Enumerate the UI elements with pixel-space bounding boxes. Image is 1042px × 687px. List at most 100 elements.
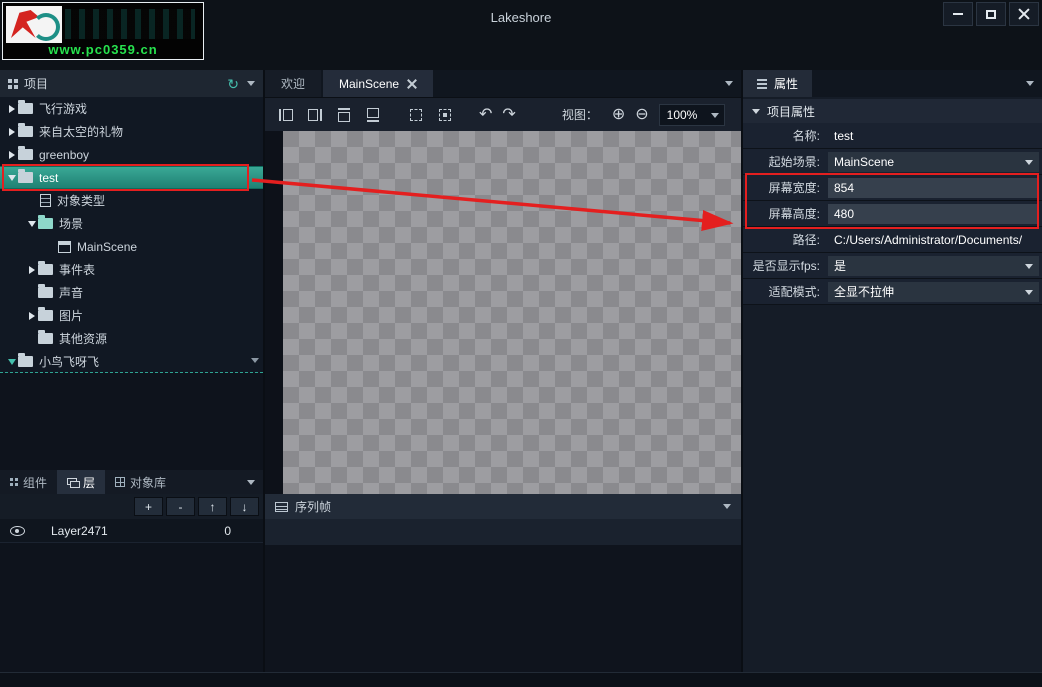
- filmstrip-icon: [275, 502, 288, 512]
- tab-close-icon[interactable]: [407, 79, 417, 89]
- zoom-level-select[interactable]: 100%: [659, 104, 725, 126]
- undo-icon[interactable]: [479, 106, 492, 124]
- fit-selection-icon[interactable]: [436, 106, 454, 124]
- chevron-right-icon[interactable]: [6, 105, 18, 113]
- refresh-icon[interactable]: [227, 77, 239, 91]
- properties-menu-caret-icon[interactable]: [1026, 81, 1034, 86]
- tab-label: 欢迎: [281, 75, 305, 92]
- tree-item[interactable]: 飞行游戏: [0, 97, 263, 120]
- sequence-frames-track[interactable]: [265, 519, 741, 545]
- align-bottom-icon[interactable]: [364, 106, 382, 124]
- tree-item[interactable]: 其他资源: [0, 327, 263, 350]
- add-layer-button[interactable]: +: [134, 497, 163, 516]
- tree-item-label: 场景: [59, 215, 83, 232]
- tree-item[interactable]: 图片: [0, 304, 263, 327]
- tree-item-selected[interactable]: test: [0, 166, 263, 189]
- zoom-in-icon[interactable]: [612, 106, 625, 124]
- editor-tabs-menu-caret-icon[interactable]: [725, 81, 733, 86]
- align-left-icon[interactable]: [277, 106, 295, 124]
- minimize-icon: [953, 13, 963, 15]
- minimize-button[interactable]: [943, 2, 973, 26]
- tab-object-library[interactable]: 对象库: [105, 470, 176, 494]
- tree-item[interactable]: 小鸟飞呀飞: [0, 350, 263, 373]
- project-tree: 飞行游戏 来自太空的礼物 greenboy test 对象类型 场景: [0, 97, 263, 373]
- dropdown-caret-icon: [1025, 160, 1033, 165]
- bottom-tab-bar: 组件 层 对象库: [0, 470, 263, 494]
- tab-components[interactable]: 组件: [0, 470, 57, 494]
- tree-item[interactable]: 声音: [0, 281, 263, 304]
- section-title: 项目属性: [767, 103, 815, 120]
- align-right-icon[interactable]: [306, 106, 324, 124]
- tree-item[interactable]: MainScene: [0, 235, 263, 258]
- project-menu-caret-icon[interactable]: [247, 81, 255, 86]
- tree-item-label: 声音: [59, 284, 83, 301]
- tab-properties[interactable]: 属性: [743, 70, 812, 97]
- dropdown-caret-icon: [1025, 264, 1033, 269]
- tree-item[interactable]: 来自太空的礼物: [0, 120, 263, 143]
- close-button[interactable]: [1009, 2, 1039, 26]
- tab-layers[interactable]: 层: [57, 470, 105, 494]
- tree-item-label: MainScene: [77, 240, 137, 254]
- tab-welcome[interactable]: 欢迎: [265, 70, 321, 97]
- site-logo: www.pc0359.cn: [2, 2, 204, 60]
- name-field[interactable]: test: [828, 126, 1039, 146]
- chevron-right-icon[interactable]: [26, 266, 38, 274]
- tree-item[interactable]: 场景: [0, 212, 263, 235]
- align-top-icon[interactable]: [335, 106, 353, 124]
- tabs-menu-caret-icon[interactable]: [247, 480, 255, 485]
- field-value: 480: [834, 207, 854, 221]
- tab-mainscene[interactable]: MainScene: [323, 70, 433, 97]
- move-layer-down-button[interactable]: ↓: [230, 497, 259, 516]
- property-row-name: 名称: test: [743, 123, 1042, 149]
- scene-canvas[interactable]: [283, 131, 741, 494]
- layers-icon: [67, 478, 78, 487]
- screen-width-field[interactable]: 854: [828, 178, 1039, 198]
- sequence-frames-header[interactable]: 序列帧: [265, 494, 741, 519]
- section-collapse-caret-icon[interactable]: [752, 109, 760, 114]
- scrollbar-down-icon[interactable]: [251, 352, 259, 366]
- tree-item-label: 来自太空的礼物: [39, 123, 123, 140]
- tree-item-label: 对象类型: [57, 192, 105, 209]
- property-row-fit-mode: 适配模式: 全显不拉伸: [743, 279, 1042, 305]
- remove-layer-button[interactable]: -: [166, 497, 195, 516]
- sequence-menu-caret-icon[interactable]: [723, 504, 731, 509]
- redo-icon[interactable]: [502, 106, 515, 124]
- show-fps-dropdown[interactable]: 是: [828, 256, 1039, 276]
- zoom-select-caret-icon: [711, 113, 719, 118]
- property-row-start-scene: 起始场景: MainScene: [743, 149, 1042, 175]
- tree-item[interactable]: 对象类型: [0, 189, 263, 212]
- property-rows: 名称: test 起始场景: MainScene 屏幕宽度: 854 屏幕高度:…: [743, 123, 1042, 305]
- maximize-button[interactable]: [976, 2, 1006, 26]
- section-project-properties[interactable]: 项目属性: [743, 99, 1042, 123]
- property-row-screen-height: 屏幕高度: 480: [743, 201, 1042, 227]
- tab-label: 属性: [774, 75, 798, 92]
- property-row-show-fps: 是否显示fps: 是: [743, 253, 1042, 279]
- property-label: 屏幕宽度:: [743, 179, 825, 196]
- chevron-right-icon[interactable]: [26, 312, 38, 320]
- property-label: 路径:: [743, 231, 825, 248]
- layer-row[interactable]: Layer2471 0: [0, 519, 263, 543]
- tree-item-label: 图片: [59, 307, 83, 324]
- tree-item-label: 事件表: [59, 261, 95, 278]
- view-label: 视图：: [562, 106, 598, 123]
- path-field[interactable]: C:/Users/Administrator/Documents/: [828, 230, 1039, 250]
- fit-mode-dropdown[interactable]: 全显不拉伸: [828, 282, 1039, 302]
- layer-toolbar: + - ↑ ↓: [0, 494, 263, 519]
- zoom-out-icon[interactable]: [635, 106, 648, 124]
- sequence-frames-title: 序列帧: [295, 498, 331, 515]
- screen-height-field[interactable]: 480: [828, 204, 1039, 224]
- chevron-down-icon[interactable]: [26, 221, 38, 227]
- field-value: MainScene: [834, 155, 894, 169]
- selection-frame-icon[interactable]: [407, 106, 425, 124]
- start-scene-dropdown[interactable]: MainScene: [828, 152, 1039, 172]
- property-label: 名称:: [743, 127, 825, 144]
- chevron-right-icon[interactable]: [6, 128, 18, 136]
- field-value: 是: [834, 257, 846, 274]
- tree-item[interactable]: greenboy: [0, 143, 263, 166]
- chevron-down-icon[interactable]: [6, 175, 18, 181]
- move-layer-up-button[interactable]: ↑: [198, 497, 227, 516]
- tree-item[interactable]: 事件表: [0, 258, 263, 281]
- chevron-right-icon[interactable]: [6, 151, 18, 159]
- visibility-eye-icon[interactable]: [10, 526, 25, 536]
- chevron-down-icon[interactable]: [6, 359, 18, 365]
